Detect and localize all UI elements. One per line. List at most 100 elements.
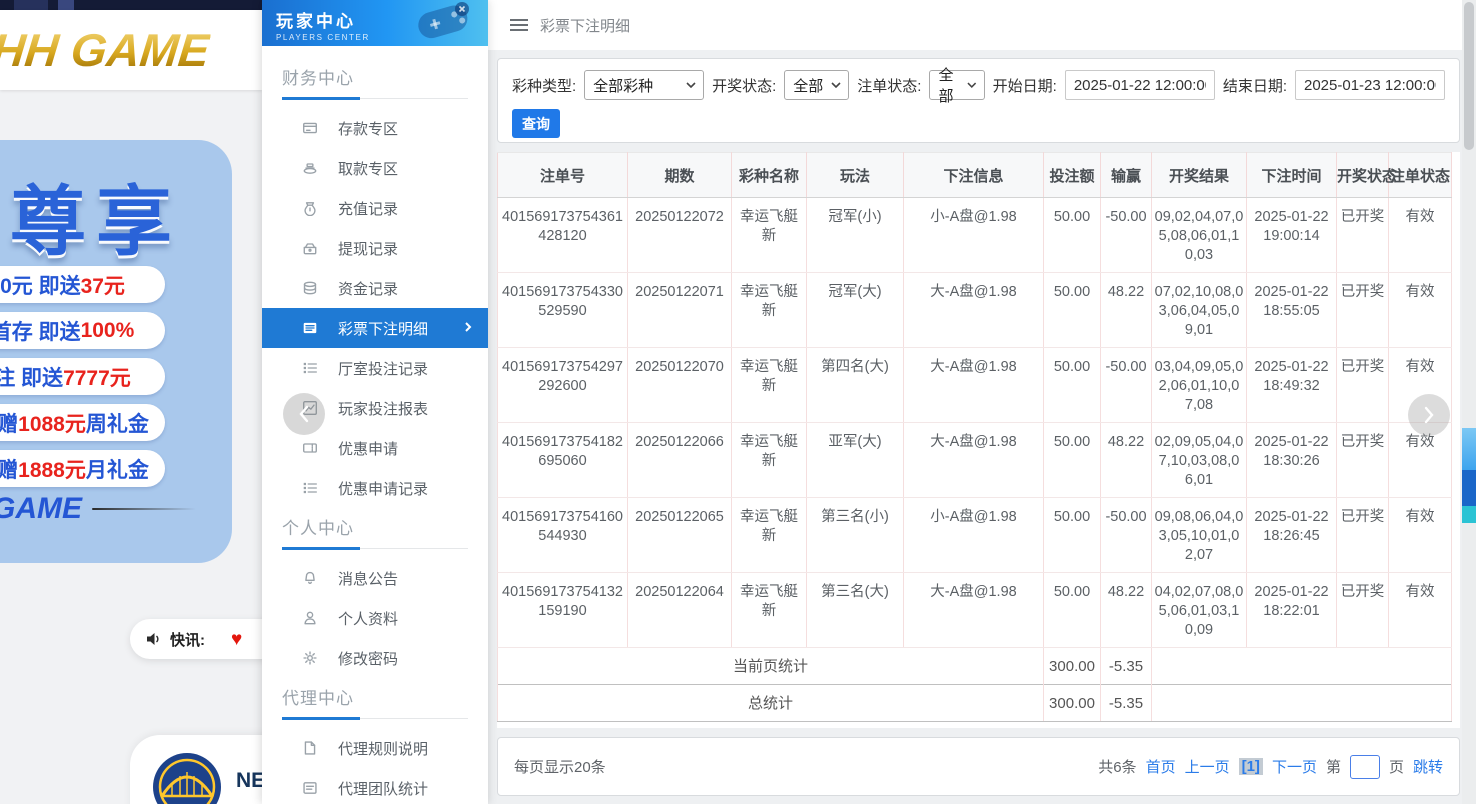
- brand-logo[interactable]: HH GAME: [0, 23, 212, 77]
- sidebar-item-promo-apply-records[interactable]: 优惠申请记录: [262, 468, 488, 508]
- gamepad-icon: [418, 2, 469, 39]
- sidebar-item-promo-apply[interactable]: 优惠申请: [262, 428, 488, 468]
- sidebar-item-label: 个人资料: [338, 610, 399, 628]
- cell: -50.00: [1100, 497, 1152, 573]
- cell: 幸运飞艇新: [731, 572, 807, 648]
- pagination-controls: 共6条 首页 上一页 [1] 下一页 第 页 跳转: [1098, 754, 1443, 779]
- promo-pill-text: 1888元: [18, 458, 86, 482]
- jump-button[interactable]: 跳转: [1413, 756, 1443, 777]
- cell: 50.00: [1043, 347, 1101, 423]
- cell: 50.00: [1043, 497, 1101, 573]
- promo-pill-text: 加赠: [0, 458, 19, 482]
- sidebar-item-deposit[interactable]: 存款专区: [262, 108, 488, 148]
- promo-pill-text: 注 即送: [0, 366, 64, 390]
- summary-empty: [1151, 647, 1452, 685]
- promo-pill-text: 1088元: [18, 412, 86, 436]
- cell: 已开奖: [1336, 347, 1389, 423]
- sidebar-item-change-password[interactable]: 修改密码: [262, 638, 488, 678]
- promo-footer: H GAME: [0, 492, 196, 526]
- bet-list-icon: [302, 320, 318, 336]
- jump-suffix-label: 页: [1388, 759, 1404, 776]
- next-page-link[interactable]: 下一页: [1272, 756, 1317, 777]
- prev-page-link[interactable]: 上一页: [1185, 756, 1230, 777]
- promo-pill[interactable]: 加赠1888元月礼金: [0, 450, 165, 487]
- summary-label: 总统计: [497, 684, 1044, 722]
- promo-footer-brand: H GAME: [0, 492, 82, 525]
- cell: 冠军(大): [806, 272, 904, 348]
- sidebar-item-label: 厅室投注记录: [338, 360, 429, 378]
- end-date-input[interactable]: [1295, 70, 1445, 100]
- sidebar-item-agent-rules[interactable]: 代理规则说明: [262, 728, 488, 768]
- chevron-down-icon: [831, 82, 841, 88]
- summary-bet-total: 300.00: [1043, 647, 1101, 685]
- draw-status-select[interactable]: 全部: [784, 70, 850, 100]
- first-page-link[interactable]: 首页: [1146, 756, 1176, 777]
- order-status-select[interactable]: 全部: [929, 67, 985, 105]
- chevron-right-icon: [1424, 406, 1434, 424]
- carousel-prev-button[interactable]: [283, 393, 325, 435]
- promo-pill-text: 首存 即送: [0, 320, 81, 344]
- summary-win-loss: -5.35: [1100, 647, 1152, 685]
- filter-panel: 彩种类型: 全部彩种 开奖状态: 全部 注单状态: 全部 开始日期: 结束日期:…: [497, 58, 1460, 143]
- cell: 冠军(小): [806, 197, 904, 273]
- cell: 2025-01-22 18:49:32: [1246, 347, 1337, 423]
- promo-pill-text: 0元 即送: [0, 274, 81, 298]
- cell: 大-A盘@1.98: [903, 572, 1044, 648]
- jump-prefix-label: 第: [1325, 759, 1341, 776]
- promo-pill[interactable]: 注 即送 7777元: [0, 358, 165, 395]
- cell: 50.00: [1043, 572, 1101, 648]
- sidebar-item-hall-bet-records[interactable]: 厅室投注记录: [262, 348, 488, 388]
- sidebar-item-withdraw-records[interactable]: 提现记录: [262, 228, 488, 268]
- sidebar-item-profile[interactable]: 个人资料: [262, 598, 488, 638]
- cell: 第三名(小): [806, 497, 904, 573]
- section-title: 代理中心: [282, 689, 354, 708]
- jump-page-input[interactable]: [1349, 754, 1380, 779]
- promo-pill[interactable]: 0元 即送 37元: [0, 266, 165, 303]
- section-underline: [282, 547, 468, 550]
- summary-row: 当前页统计 300.00 -5.35: [497, 647, 1452, 685]
- cell: 第四名(大): [806, 347, 904, 423]
- cell: 09,08,06,04,03,05,10,01,02,07: [1151, 497, 1247, 573]
- cell: 401569173754330529590: [497, 272, 628, 348]
- start-date-input[interactable]: [1064, 70, 1215, 100]
- column-header: 注单号: [497, 152, 628, 198]
- cell: 有效: [1388, 572, 1452, 648]
- table-row: 401569173754132159190 20250122064 幸运飞艇新 第三名…: [497, 572, 1452, 648]
- page-size-text: 每页显示20条: [514, 759, 606, 776]
- sidebar-item-recharge-records[interactable]: 充值记录: [262, 188, 488, 228]
- sidebar-item-label: 代理规则说明: [338, 740, 429, 758]
- page-scrollbar[interactable]: [1462, 0, 1476, 804]
- carousel-next-button[interactable]: [1408, 394, 1450, 436]
- sidebar-item-funds-records[interactable]: 资金记录: [262, 268, 488, 308]
- main-topbar: 彩票下注明细: [488, 0, 1462, 50]
- cell: 50.00: [1043, 272, 1101, 348]
- cell: 401569173754160544930: [497, 497, 628, 573]
- sidebar-item-label: 彩票下注明细: [338, 320, 429, 338]
- sidebar-item-group: 消息公告个人资料修改密码: [262, 558, 488, 678]
- sidebar-section: 个人中心: [262, 514, 488, 550]
- cell: 03,04,09,05,02,06,01,10,07,08: [1151, 347, 1247, 423]
- screen: HH GAME 尊享 0元 即送37元首存 即送100%注 即送7777元加赠1…: [0, 0, 1476, 804]
- cell: 50.00: [1043, 197, 1101, 273]
- hamburger-menu-icon[interactable]: [510, 18, 528, 32]
- cell: 2025-01-22 18:26:45: [1246, 497, 1337, 573]
- column-header: 彩种名称: [731, 152, 807, 198]
- sidebar-item-withdraw[interactable]: 取款专区: [262, 148, 488, 188]
- promo-pill[interactable]: 加赠1088元周礼金: [0, 404, 165, 441]
- start-date-label: 开始日期:: [992, 77, 1057, 95]
- sidebar-item-agent-team-stats[interactable]: 代理团队统计: [262, 768, 488, 804]
- cell: 幸运飞艇新: [731, 347, 807, 423]
- current-page-indicator: [1]: [1238, 758, 1263, 775]
- scrollbar-thumb[interactable]: [1464, 2, 1474, 150]
- lottery-type-select[interactable]: 全部彩种: [584, 70, 705, 100]
- sidebar-item-label: 代理团队统计: [338, 780, 429, 798]
- chevron-right-icon: [464, 320, 472, 337]
- promo-pill[interactable]: 首存 即送 100%: [0, 312, 165, 349]
- search-button[interactable]: 查询: [512, 109, 560, 138]
- sidebar-item-lottery-bet-details[interactable]: 彩票下注明细: [262, 308, 488, 348]
- sidebar-item-messages[interactable]: 消息公告: [262, 558, 488, 598]
- bets-table: 注单号 期数 彩种名称 玩法 下注信息 投注额 输赢 开奖结果 下注时间 开奖状态 注单状态 4015…: [497, 152, 1452, 722]
- promo-pill-text: 7777元: [63, 366, 131, 390]
- column-header: 输赢: [1100, 152, 1152, 198]
- cell: 2025-01-22 18:55:05: [1246, 272, 1337, 348]
